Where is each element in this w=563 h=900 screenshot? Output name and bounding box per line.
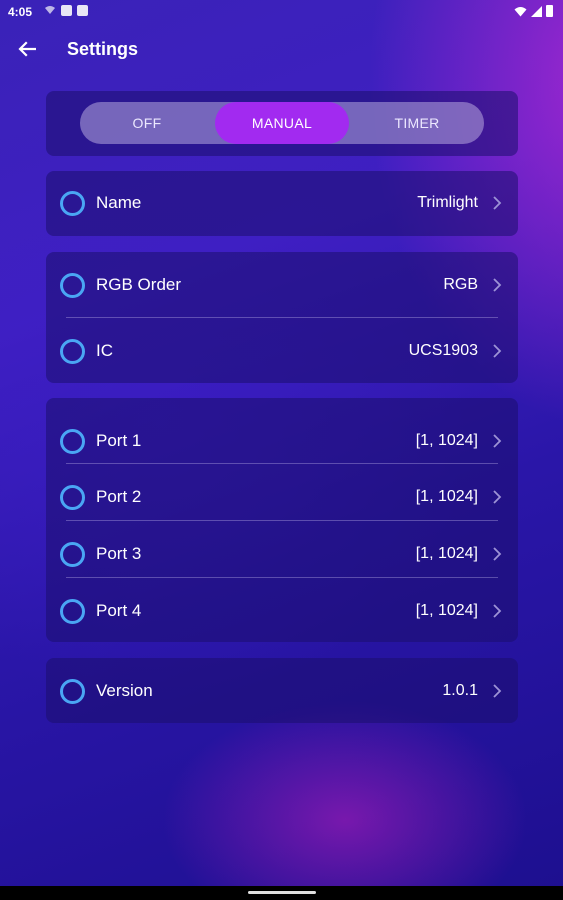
app-notification-icon xyxy=(61,5,72,16)
version-card: Version 1.0.1 xyxy=(46,658,518,723)
port-label: Port 1 xyxy=(96,431,142,450)
ring-icon xyxy=(60,339,85,364)
version-value: 1.0.1 xyxy=(442,682,478,699)
status-bar: 4:05 xyxy=(0,0,563,26)
port-value: [1, 1024] xyxy=(415,545,478,562)
ring-icon xyxy=(60,599,85,624)
mode-timer-option[interactable]: TIMER xyxy=(350,102,484,144)
name-value: Trimlight xyxy=(417,194,478,211)
status-system-icons xyxy=(514,5,553,17)
ic-label: IC xyxy=(96,341,113,360)
page-title: Settings xyxy=(67,39,139,59)
chevron-right-icon xyxy=(493,344,502,358)
ring-icon xyxy=(60,485,85,510)
name-label: Name xyxy=(96,193,142,212)
version-row[interactable]: Version 1.0.1 xyxy=(46,663,518,719)
led-config-card: RGB Order RGB IC UCS1903 xyxy=(46,252,518,383)
port-value: [1, 1024] xyxy=(415,432,478,449)
ring-icon xyxy=(60,429,85,454)
version-label: Version xyxy=(96,681,153,700)
status-notification-icons xyxy=(44,5,88,16)
port-row[interactable]: Port 2 [1, 1024] xyxy=(46,469,518,525)
port-row[interactable]: Port 4 [1, 1024] xyxy=(46,583,518,639)
ring-icon xyxy=(60,679,85,704)
system-nav-bar xyxy=(0,886,563,900)
port-value: [1, 1024] xyxy=(415,602,478,619)
mode-manual-option[interactable]: MANUAL xyxy=(215,102,349,144)
port-label: Port 3 xyxy=(96,544,142,563)
port-label: Port 4 xyxy=(96,601,142,620)
chevron-right-icon xyxy=(493,490,502,504)
divider xyxy=(66,463,498,464)
back-button[interactable] xyxy=(14,36,40,62)
app-header: Settings xyxy=(0,30,563,70)
home-gesture-handle[interactable] xyxy=(248,891,316,894)
storage-notification-icon xyxy=(77,5,88,16)
cell-signal-icon xyxy=(531,5,542,17)
port-row[interactable]: Port 1 [1, 1024] xyxy=(46,413,518,469)
ring-icon xyxy=(60,191,85,216)
chevron-right-icon xyxy=(493,604,502,618)
rgb-order-label: RGB Order xyxy=(96,275,182,294)
mode-card: OFF MANUAL TIMER xyxy=(46,91,518,156)
divider xyxy=(66,317,498,318)
status-time: 4:05 xyxy=(8,5,33,19)
ic-value: UCS1903 xyxy=(408,342,478,359)
arrow-left-icon xyxy=(18,41,36,57)
port-row[interactable]: Port 3 [1, 1024] xyxy=(46,526,518,582)
wifi-notification-icon xyxy=(45,6,55,14)
port-value: [1, 1024] xyxy=(415,488,478,505)
chevron-right-icon xyxy=(493,278,502,292)
mode-off-option[interactable]: OFF xyxy=(80,102,214,144)
divider xyxy=(66,520,498,521)
rgb-order-value: RGB xyxy=(443,276,478,293)
chevron-right-icon xyxy=(493,196,502,210)
battery-icon xyxy=(546,5,553,17)
ports-card: Port 1 [1, 1024] Port 2 [1, 1024] Port 3… xyxy=(46,398,518,642)
mode-segmented-control: OFF MANUAL TIMER xyxy=(80,102,484,144)
divider xyxy=(66,577,498,578)
chevron-right-icon xyxy=(493,434,502,448)
ring-icon xyxy=(60,273,85,298)
chevron-right-icon xyxy=(493,684,502,698)
name-card: Name Trimlight xyxy=(46,171,518,236)
ring-icon xyxy=(60,542,85,567)
wifi-icon xyxy=(514,6,527,16)
rgb-order-row[interactable]: RGB Order RGB xyxy=(46,257,518,313)
port-label: Port 2 xyxy=(96,487,142,506)
name-row[interactable]: Name Trimlight xyxy=(46,175,518,231)
chevron-right-icon xyxy=(493,547,502,561)
ic-row[interactable]: IC UCS1903 xyxy=(46,323,518,379)
